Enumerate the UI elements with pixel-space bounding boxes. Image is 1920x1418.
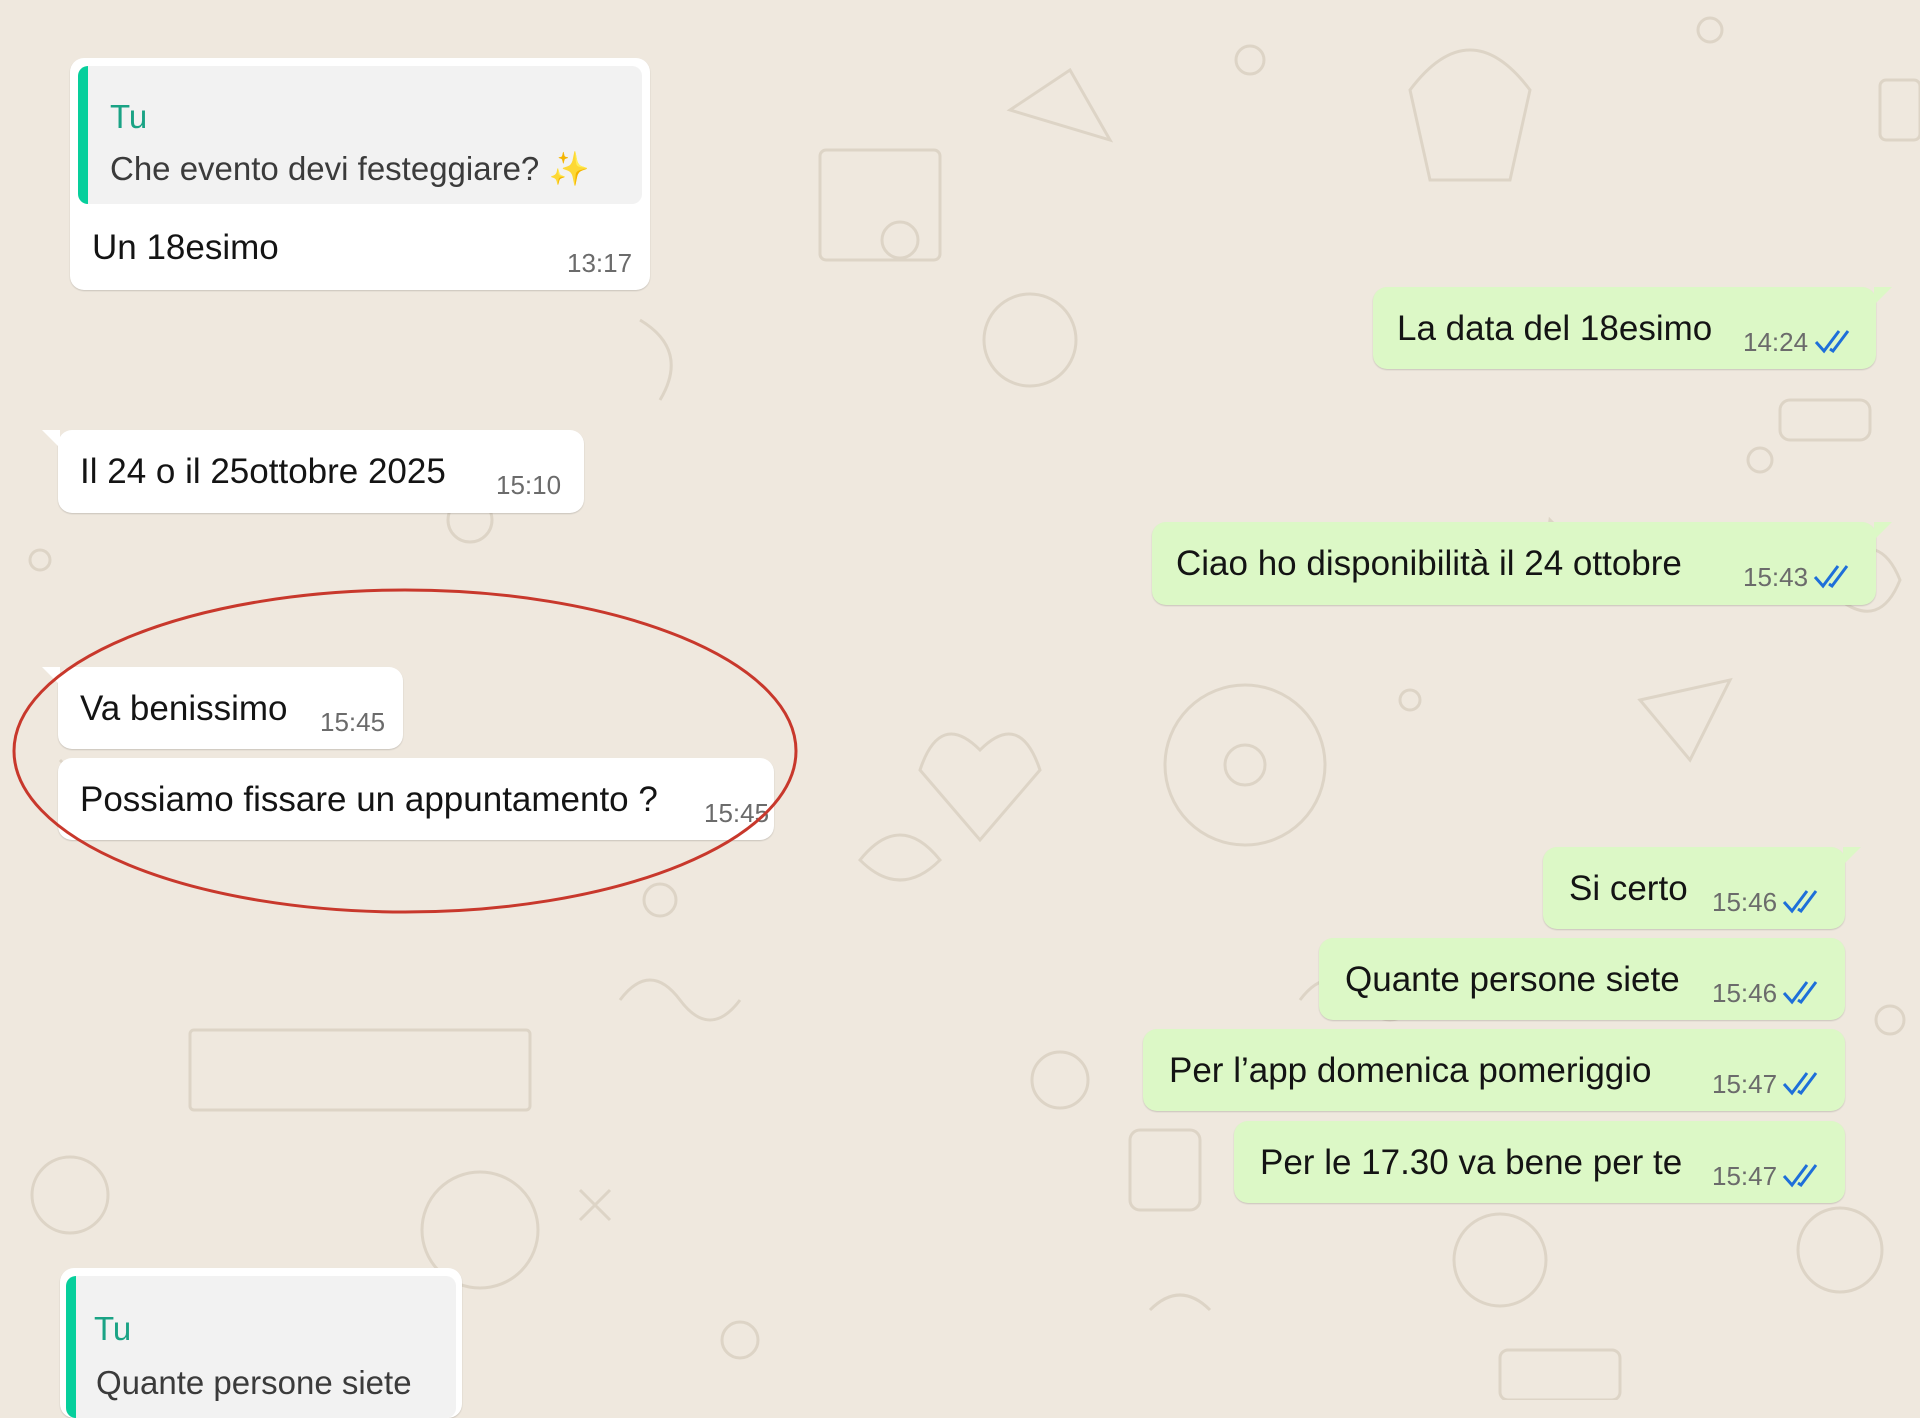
message-time: 15:10	[496, 470, 562, 500]
double-check-icon	[1782, 1164, 1818, 1188]
message-time: 15:45	[704, 798, 770, 828]
quote-accent-bar	[66, 1276, 76, 1418]
outgoing-message-bubble[interactable]: Per le 17.30 va bene per te 15:47	[1234, 1121, 1845, 1203]
quote-accent-bar	[78, 66, 88, 204]
double-check-icon	[1782, 981, 1818, 1005]
message-text: Un 18esimo	[92, 228, 279, 267]
incoming-message-bubble[interactable]: Tu Che evento devi festeggiare? ✨ Un 18e…	[70, 58, 650, 290]
message-text: Va benissimo	[80, 689, 288, 728]
message-text: Il 24 o il 25ottobre 2025	[80, 452, 446, 491]
bubble-tail	[1843, 847, 1861, 865]
double-check-icon	[1814, 330, 1850, 354]
message-time: 13:17	[567, 248, 633, 278]
sparkles-icon: ✨	[548, 150, 590, 187]
message-time: 15:47	[1712, 1069, 1778, 1099]
outgoing-message-bubble[interactable]: Si certo 15:46	[1543, 847, 1861, 929]
quote-author: Tu	[94, 1310, 132, 1347]
message-text: Ciao ho disponibilità il 24 ottobre	[1176, 544, 1682, 583]
double-check-icon	[1813, 565, 1849, 589]
double-check-icon	[1782, 890, 1818, 914]
message-time: 15:43	[1743, 562, 1809, 592]
bubble-tail	[42, 430, 60, 448]
message-text: La data del 18esimo	[1397, 309, 1713, 348]
message-text: Possiamo fissare un appuntamento ?	[80, 780, 658, 819]
outgoing-message-bubble[interactable]: La data del 18esimo 14:24	[1373, 287, 1892, 369]
incoming-message-bubble[interactable]: Tu Quante persone siete	[60, 1268, 462, 1418]
bubble-tail	[1874, 287, 1892, 305]
quote-text-content: Che evento devi festeggiare?	[110, 150, 540, 187]
message-time: 14:24	[1743, 327, 1809, 357]
bubble-tail	[1874, 522, 1892, 540]
incoming-message-bubble[interactable]: Possiamo fissare un appuntamento ? 15:45	[58, 758, 774, 840]
message-time: 15:46	[1712, 887, 1778, 917]
quote-author: Tu	[110, 98, 148, 135]
message-time: 15:45	[320, 707, 386, 737]
double-check-icon	[1782, 1072, 1818, 1096]
message-text: Si certo	[1569, 869, 1688, 908]
quoted-message[interactable]: Tu Che evento devi festeggiare? ✨	[78, 66, 642, 204]
incoming-message-bubble[interactable]: Il 24 o il 25ottobre 2025 15:10	[42, 430, 584, 513]
message-time: 15:47	[1712, 1161, 1778, 1191]
outgoing-message-bubble[interactable]: Quante persone siete 15:46	[1319, 938, 1845, 1020]
quoted-message[interactable]: Tu Quante persone siete	[66, 1276, 456, 1418]
quote-text: Quante persone siete	[96, 1364, 412, 1401]
incoming-message-bubble[interactable]: Va benissimo 15:45	[42, 667, 403, 749]
message-text: Per l’app domenica pomeriggio	[1169, 1051, 1652, 1090]
message-text: Per le 17.30 va bene per te	[1260, 1143, 1683, 1182]
quote-text: Che evento devi festeggiare? ✨	[110, 150, 590, 188]
bubble-tail	[42, 667, 60, 685]
message-time: 15:46	[1712, 978, 1778, 1008]
message-text: Quante persone siete	[1345, 960, 1680, 999]
outgoing-message-bubble[interactable]: Ciao ho disponibilità il 24 ottobre 15:4…	[1152, 522, 1892, 605]
outgoing-message-bubble[interactable]: Per l’app domenica pomeriggio 15:47	[1143, 1029, 1845, 1111]
